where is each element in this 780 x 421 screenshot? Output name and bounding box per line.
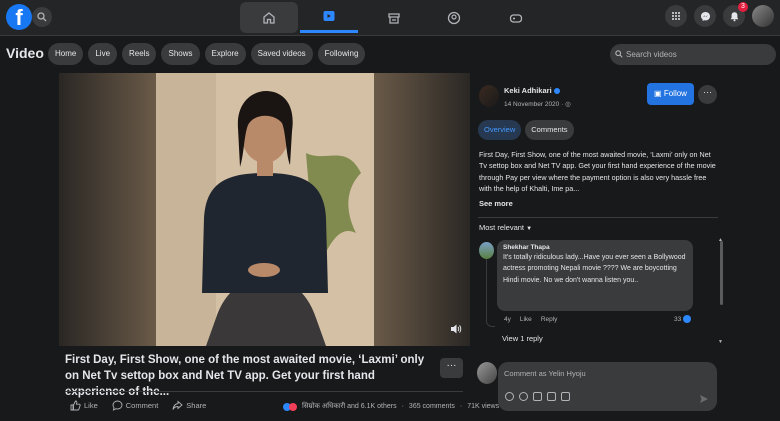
speaker-icon: [451, 324, 462, 334]
reply-thread-line: [486, 259, 495, 327]
search-placeholder: Search videos: [626, 50, 677, 59]
video-caption: First Day, First Show, one of the most a…: [65, 354, 425, 398]
search-icon: [37, 12, 47, 22]
send-icon: [700, 395, 708, 403]
grid-menu-icon: [672, 12, 680, 20]
chip-reels[interactable]: Reels: [122, 43, 157, 65]
share-icon: [172, 400, 183, 410]
post-date[interactable]: 14 November 2020 · ◎: [504, 100, 571, 108]
search-icon: [615, 50, 623, 58]
author-avatar[interactable]: [479, 85, 499, 107]
video-subbar: Video Home Live Reels Shows Explore Save…: [0, 38, 780, 70]
comment-placeholder: Comment as Yelin Hyoju: [504, 369, 586, 378]
bell-icon: [730, 11, 738, 21]
comment-bubble: Shekhar Thapa It's totally ridiculous la…: [497, 240, 693, 311]
divider: [65, 391, 463, 392]
video-player[interactable]: [59, 73, 470, 346]
scroll-down-arrow-icon[interactable]: ▼: [718, 339, 723, 345]
chip-following[interactable]: Following: [317, 43, 366, 65]
messenger-icon: [700, 11, 710, 21]
chip-shows[interactable]: Shows: [161, 43, 200, 65]
follow-icon: ▣: [654, 89, 664, 98]
marketplace-icon: [388, 12, 400, 24]
commenter-avatar[interactable]: [479, 242, 494, 259]
sticker-icon[interactable]: [561, 392, 570, 401]
comment-icon: [112, 400, 123, 411]
globe-icon: ◎: [565, 101, 571, 108]
facebook-logo[interactable]: f: [6, 4, 32, 30]
share-button[interactable]: Share: [172, 400, 206, 411]
tab-overview[interactable]: Overview: [478, 120, 522, 140]
comment-age[interactable]: 4y: [504, 316, 511, 323]
send-button[interactable]: [699, 391, 709, 409]
author-name[interactable]: Keki Adhikari: [504, 86, 560, 95]
commenter-name[interactable]: Shekhar Thapa: [503, 244, 687, 251]
mute-button[interactable]: [450, 322, 462, 340]
comment-like-button[interactable]: Like: [520, 316, 532, 323]
like-button[interactable]: Like: [70, 400, 98, 411]
video-icon: [323, 11, 335, 21]
video-frame: [156, 73, 374, 346]
separator: ·: [459, 403, 463, 410]
menu-button[interactable]: [665, 5, 687, 27]
comment-input[interactable]: Comment as Yelin Hyoju: [498, 362, 717, 411]
sort-comments-dropdown[interactable]: Most relevant ▼: [479, 223, 532, 232]
video-background-left: [59, 73, 156, 346]
avatar-sticker-icon[interactable]: [505, 392, 514, 401]
share-label: Share: [186, 401, 207, 410]
groups-icon: [447, 11, 461, 24]
messenger-button[interactable]: [694, 5, 716, 27]
like-reaction-icon: [683, 315, 692, 323]
nav-groups-tab[interactable]: [425, 2, 483, 33]
gaming-icon: [509, 13, 523, 23]
post-description: First Day, First Show, one of the most a…: [479, 150, 716, 193]
profile-avatar[interactable]: [752, 5, 774, 27]
follow-button[interactable]: ▣ Follow: [647, 83, 694, 105]
separator: ·: [401, 403, 404, 410]
chevron-down-icon: ▼: [526, 226, 533, 232]
top-navigation-bar: f 3: [0, 0, 780, 36]
comment-button[interactable]: Comment: [112, 400, 159, 411]
chip-saved-videos[interactable]: Saved videos: [250, 43, 313, 65]
thumbs-up-icon: [70, 400, 81, 411]
comments-scrollbar[interactable]: [720, 241, 723, 305]
video-background-right: [374, 73, 470, 346]
page-title: Video: [6, 45, 44, 61]
see-more-link[interactable]: See more: [479, 199, 513, 208]
tab-comments[interactable]: Comments: [525, 120, 574, 140]
camera-icon[interactable]: [533, 392, 542, 401]
current-user-avatar: [477, 362, 497, 384]
nav-home-tab[interactable]: [240, 2, 298, 33]
reaction-icons[interactable]: [283, 402, 297, 411]
chip-explore[interactable]: Explore: [204, 43, 246, 65]
notifications-button[interactable]: 3: [723, 2, 748, 27]
home-icon: [263, 11, 275, 24]
comment-likes[interactable]: 33: [674, 315, 692, 323]
gif-icon[interactable]: [547, 392, 556, 401]
reactions-text[interactable]: सिम्रोक अधिकारी and 6.1K others: [302, 402, 397, 411]
search-videos-input[interactable]: Search videos: [610, 44, 776, 65]
panel-options-button[interactable]: ···: [698, 85, 717, 104]
love-reaction-icon: [289, 402, 297, 411]
notification-badge: 3: [738, 2, 748, 12]
divider: [478, 217, 718, 218]
post-options-button[interactable]: ···: [440, 358, 463, 378]
verified-badge-icon: [553, 88, 560, 95]
chip-live[interactable]: Live: [88, 43, 118, 65]
comment-label: Comment: [125, 401, 159, 410]
post-details-panel: Keki Adhikari 14 November 2020 · ◎ ▣ Fol…: [474, 73, 723, 421]
comments-count[interactable]: 365 comments: [409, 403, 455, 410]
view-replies-link[interactable]: View 1 reply: [502, 334, 543, 343]
comment-text: It's totally ridiculous lady...Have you …: [503, 254, 686, 284]
emoji-icon[interactable]: [519, 392, 528, 401]
search-button[interactable]: [32, 7, 52, 27]
video-subject-illustration: [156, 73, 374, 346]
chip-home[interactable]: Home: [48, 43, 84, 65]
nav-gaming-tab[interactable]: [487, 2, 545, 33]
comment-reply-button[interactable]: Reply: [541, 316, 558, 323]
nav-marketplace-tab[interactable]: [365, 2, 423, 33]
like-label: Like: [84, 401, 98, 410]
nav-video-tab[interactable]: [300, 2, 358, 33]
